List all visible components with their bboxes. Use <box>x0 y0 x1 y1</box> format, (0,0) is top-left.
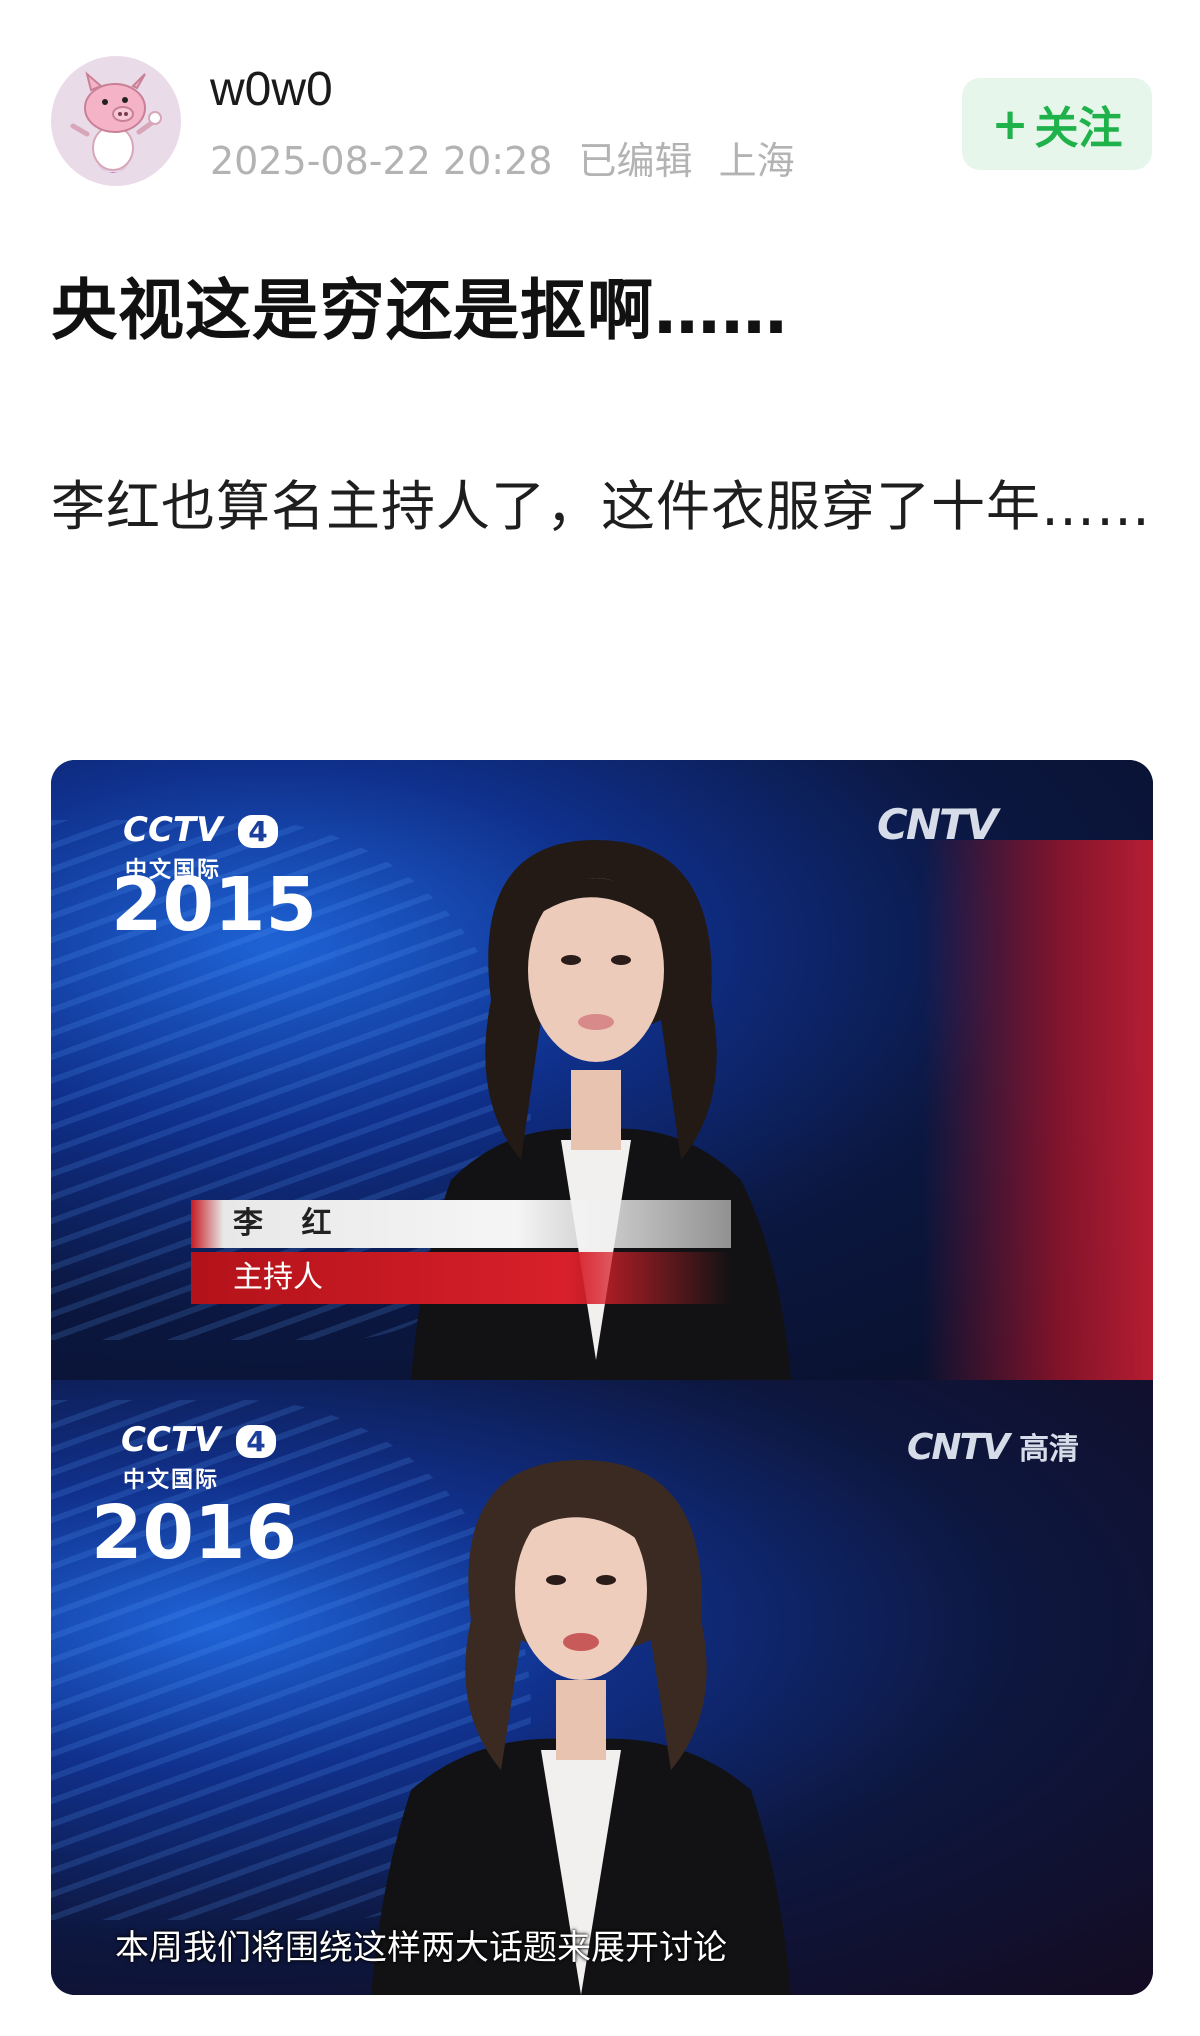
edited-label: 已编辑 <box>578 139 693 183</box>
post-meta: 2025-08-22 20:28 已编辑 上海 <box>210 136 809 186</box>
pig-avatar-icon[interactable] <box>51 56 181 186</box>
anchor-name-caption: 李 红 <box>191 1200 731 1248</box>
cntv-watermark: CNTV <box>907 1427 1010 1468</box>
video-frame-2015: CCTV 4 中文国际 2015 CNTV 李 红 主持人 <box>51 760 1153 1380</box>
hd-label: 高清 <box>1019 1432 1080 1467</box>
post-location: 上海 <box>718 139 795 183</box>
anchor-figure-2016 <box>371 1460 791 1995</box>
video-subtitle: 本周我们将围绕这样两大话题来展开讨论 <box>115 1928 727 1968</box>
year-label-2016: 2016 <box>91 1490 297 1576</box>
post-timestamp: 2025-08-22 20:28 <box>210 139 553 183</box>
cctv-logo: CCTV 4 <box>123 810 278 850</box>
cctv-logo: CCTV 4 <box>121 1420 276 1460</box>
lower-third-caption: 李 红 主持人 <box>191 1200 731 1310</box>
post-header: w0w0 2025-08-22 20:28 已编辑 上海 + 关注 <box>0 0 1200 210</box>
post-body: 李红也算名主持人了，这件衣服穿了十年…… <box>51 475 1151 538</box>
background-red-glow <box>923 840 1153 1380</box>
channel-number: 4 <box>236 1425 276 1458</box>
cntv-watermark: CNTV <box>877 800 998 849</box>
cctv-logo-text: CCTV <box>123 810 223 850</box>
author-name[interactable]: w0w0 <box>210 60 333 120</box>
plus-icon: + <box>991 98 1029 150</box>
post-image[interactable]: CCTV 4 中文国际 2015 CNTV 李 红 主持人 CCTV 4 中文国… <box>51 760 1153 1995</box>
channel-number: 4 <box>238 815 278 848</box>
cctv-logo-text: CCTV <box>121 1420 221 1460</box>
anchor-role-caption: 主持人 <box>191 1252 731 1304</box>
cntv-hd-watermark: CNTV 高清 <box>907 1424 1079 1468</box>
post-title: 央视这是穷还是抠啊…… <box>51 272 788 349</box>
video-frame-2016: CCTV 4 中文国际 2016 CNTV 高清 本周我们将围绕这样两大话题来展… <box>51 1380 1153 1995</box>
year-label-2015: 2015 <box>111 862 317 948</box>
follow-button[interactable]: + 关注 <box>962 78 1152 170</box>
follow-label: 关注 <box>1034 103 1123 154</box>
